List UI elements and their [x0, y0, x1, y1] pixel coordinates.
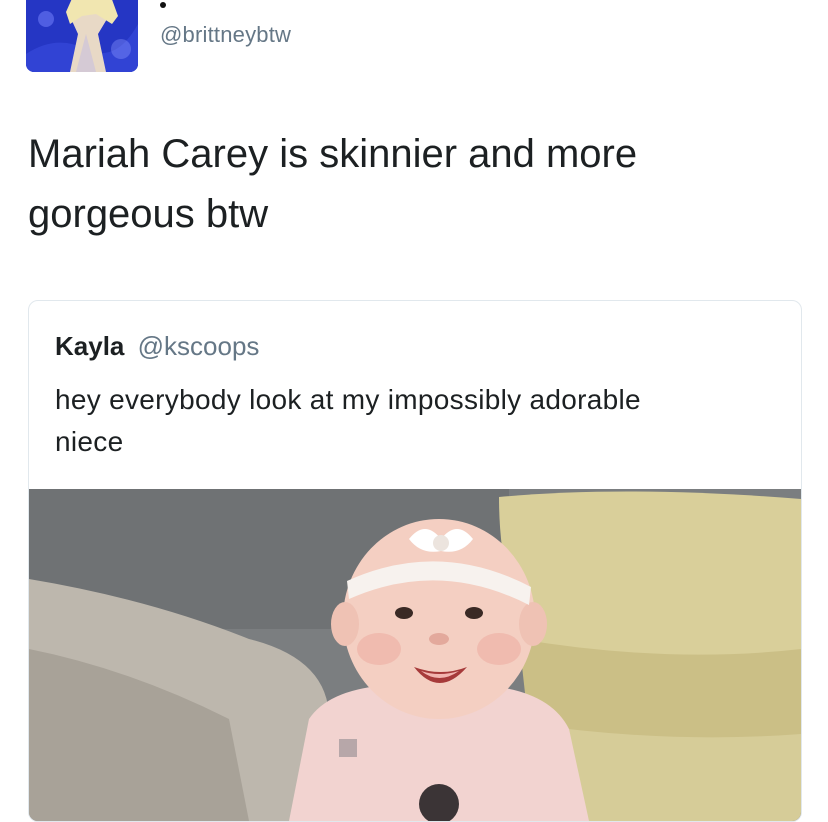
dot-indicator — [160, 2, 166, 8]
quoted-tweet-photo[interactable] — [29, 489, 801, 821]
quoted-tweet-text: hey everybody look at my impossibly ador… — [55, 384, 641, 457]
tweet-text: Mariah Carey is skinnier and more gorgeo… — [28, 132, 638, 236]
tweet: @brittneybtw Mariah Carey is skinnier an… — [0, 0, 828, 822]
user-handle[interactable]: @brittneybtw — [160, 22, 291, 48]
quoted-user-name[interactable]: Kayla — [55, 331, 124, 361]
quoted-user-handle[interactable]: @kscoops — [138, 331, 260, 361]
quoted-tweet-card[interactable]: Kayla @kscoops hey everybody look at my … — [28, 300, 802, 822]
avatar[interactable] — [26, 0, 138, 72]
quoted-tweet-header: Kayla @kscoops — [55, 331, 259, 362]
